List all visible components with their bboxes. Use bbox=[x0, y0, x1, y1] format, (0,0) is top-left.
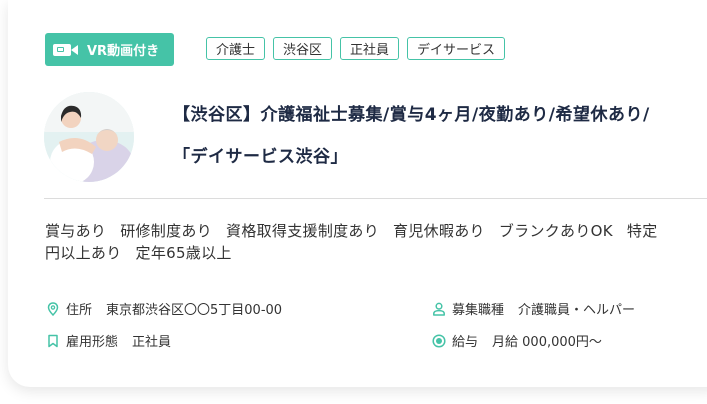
benefit-item: 特定 bbox=[626, 222, 658, 240]
address-value: 東京都渋谷区〇〇5丁目00-00 bbox=[106, 303, 283, 318]
job-card[interactable]: VR動画付き 介護士 渋谷区 正社員 デイサービス 【渋谷区】介護福祉士募集/賞… bbox=[8, 0, 707, 387]
facility-photo bbox=[44, 92, 134, 182]
info-job: 募集職種 介護職員・ヘルパー bbox=[432, 299, 635, 318]
address-label: 住所 bbox=[66, 303, 93, 318]
benefit-item: ブランクありOK bbox=[498, 222, 613, 240]
job-title-line2: 「デイサービス渋谷」 bbox=[173, 147, 348, 167]
salary-label: 給与 bbox=[452, 335, 479, 350]
vr-badge-label: VR動画付き bbox=[87, 44, 160, 59]
tag: 正社員 bbox=[340, 37, 400, 60]
job-title-line1: 【渋谷区】介護福祉士募集/賞与4ヶ月/夜勤あり/希望休あり/ bbox=[173, 105, 650, 125]
yen-circle-icon bbox=[432, 333, 446, 348]
tag: デイサービス bbox=[407, 37, 506, 60]
video-camera-icon bbox=[53, 43, 81, 57]
tag: 介護士 bbox=[206, 37, 266, 60]
location-pin-icon bbox=[46, 301, 60, 316]
benefit-item: 育児休暇あり bbox=[393, 222, 485, 240]
salary-value: 月給 000,000円〜 bbox=[492, 335, 602, 350]
benefits-list: 賞与あり 研修制度あり 資格取得支援制度あり 育児休暇あり ブランクありOK 特定円以上あ… bbox=[45, 220, 707, 264]
bookmark-icon bbox=[46, 334, 60, 348]
tag: 渋谷区 bbox=[273, 37, 333, 60]
person-icon bbox=[432, 302, 446, 316]
job-value: 介護職員・ヘルパー bbox=[518, 303, 636, 318]
info-salary: 給与 月給 000,000円〜 bbox=[432, 331, 602, 350]
benefit-item: 研修制度あり bbox=[120, 222, 213, 240]
benefit-item: 定年65歳以上 bbox=[135, 244, 232, 262]
employment-label: 雇用形態 bbox=[66, 335, 119, 350]
info-employment: 雇用形態 正社員 bbox=[46, 331, 171, 350]
divider bbox=[44, 198, 707, 199]
tag-list: 介護士 渋谷区 正社員 デイサービス bbox=[206, 37, 506, 60]
benefit-item: 円以上あり bbox=[45, 244, 122, 262]
info-address: 住所 東京都渋谷区〇〇5丁目00-00 bbox=[46, 299, 282, 318]
benefit-item: 資格取得支援制度あり bbox=[226, 222, 380, 240]
benefit-item: 賞与あり bbox=[45, 222, 107, 240]
job-title[interactable]: 【渋谷区】介護福祉士募集/賞与4ヶ月/夜勤あり/希望休あり/ 「デイサービス渋谷… bbox=[173, 100, 650, 172]
job-label: 募集職種 bbox=[452, 303, 505, 318]
vr-video-badge[interactable]: VR動画付き bbox=[45, 33, 174, 66]
employment-value: 正社員 bbox=[132, 335, 172, 350]
